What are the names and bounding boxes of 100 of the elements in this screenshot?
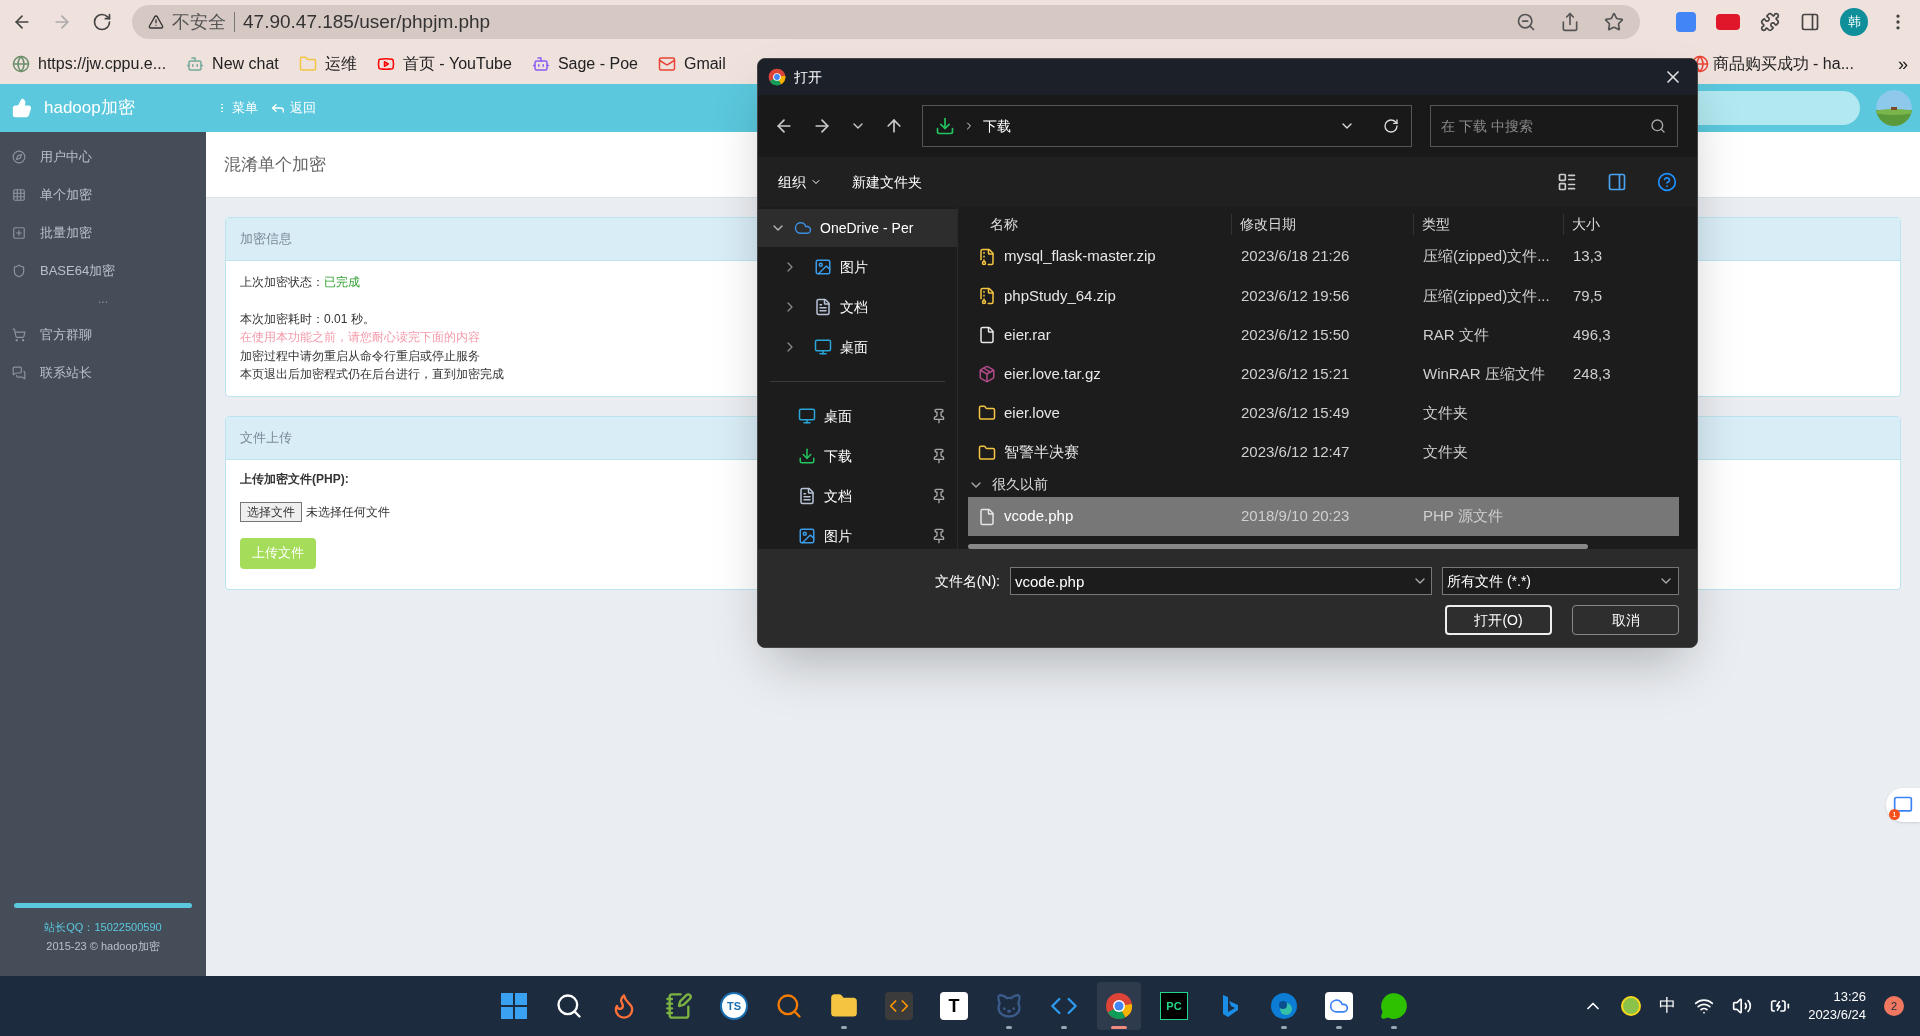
column-header[interactable]: 修改日期	[1231, 214, 1413, 235]
sidebar-item[interactable]: 官方群聊	[0, 316, 206, 354]
column-header[interactable]: 类型	[1413, 214, 1563, 235]
pin-icon[interactable]	[931, 408, 947, 424]
bookmark[interactable]: Sage - Poe	[531, 52, 638, 76]
bookmark[interactable]: https://jw.cppu.e...	[12, 52, 167, 76]
group-header[interactable]: 很久以前	[968, 472, 1679, 497]
globe-icon	[12, 55, 30, 73]
sidebar-item[interactable]: 单个加密	[0, 176, 206, 214]
sidebar-item[interactable]: BASE64加密	[0, 252, 206, 290]
wifi-icon[interactable]	[1694, 996, 1715, 1016]
monitor-icon	[798, 407, 816, 425]
security-label: 不安全	[172, 10, 226, 34]
tree-item[interactable]: OneDrive - Per	[758, 209, 957, 247]
reload-icon[interactable]	[92, 12, 112, 32]
organize-button[interactable]: 组织	[778, 171, 822, 193]
grid-icon	[12, 188, 26, 202]
address-bar[interactable]: 不安全 47.90.47.185/user/phpjm.php	[132, 5, 1640, 39]
cart-icon	[12, 328, 26, 342]
help-icon[interactable]	[1657, 172, 1677, 192]
quick-access-item[interactable]: 图片	[758, 516, 957, 549]
file-name: 智警半决赛	[1004, 442, 1079, 463]
app-icon[interactable]: PC	[1160, 992, 1188, 1020]
file-date: 2023/6/12 15:50	[1240, 324, 1351, 345]
profile-avatar[interactable]: 韩	[1840, 8, 1868, 36]
side-panel-icon[interactable]	[1800, 12, 1820, 32]
bookmark[interactable]: Gmail	[657, 52, 726, 76]
open-button[interactable]: 打开(O)	[1445, 605, 1552, 635]
file-name: phpStudy_64.zip	[1004, 285, 1116, 306]
search-icon	[1650, 118, 1666, 134]
file-row[interactable]: eier.love.tar.gz 2023/6/12 15:21 WinRAR 压缩文件 248,3	[968, 354, 1679, 394]
windows-icon[interactable]	[500, 992, 528, 1020]
sidebar-item[interactable]: 用户中心	[0, 138, 206, 176]
mail-icon	[657, 55, 676, 73]
pin-icon[interactable]	[931, 488, 947, 504]
tree-item[interactable]: 文档	[758, 287, 957, 327]
folder-icon	[978, 404, 996, 423]
cloud-app-icon[interactable]	[1325, 992, 1353, 1020]
filter-dropdown[interactable]: 所有文件 (*.*)	[1442, 567, 1679, 595]
file-row[interactable]: phpStudy_64.zip 2023/6/12 19:56 压缩(zipped)文件... 79,5	[968, 276, 1679, 316]
zip-folder-icon	[978, 247, 996, 266]
file-row[interactable]: eier.rar 2023/6/12 15:50 RAR 文件 496,3	[968, 315, 1679, 355]
share-icon[interactable]	[1560, 12, 1580, 32]
refresh-icon[interactable]	[1383, 118, 1399, 134]
bookmark[interactable]: 首页 - YouTube	[376, 52, 512, 76]
quick-access-item[interactable]: 文档	[758, 476, 957, 516]
search-icon[interactable]	[555, 992, 583, 1020]
taskbar-app[interactable]	[1097, 982, 1141, 1030]
folder-icon[interactable]	[830, 992, 858, 1020]
file-row[interactable]: vcode.php 2018/9/10 20:23 PHP 源文件	[968, 497, 1679, 537]
path-bar[interactable]: 下载	[922, 105, 1412, 147]
search-field[interactable]: 在 下载 中搜索	[1430, 105, 1678, 147]
sublime-icon[interactable]	[885, 992, 913, 1020]
taskbar-app[interactable]: TS	[712, 982, 756, 1030]
more-bookmarks[interactable]: »	[1898, 50, 1908, 78]
sidebar-item[interactable]: 联系站长	[0, 354, 206, 392]
plus-icon	[12, 226, 26, 240]
extensions-icon[interactable]	[1760, 12, 1780, 32]
sidebar-item[interactable]: 批量加密	[0, 214, 206, 252]
page-title: 混淆单个加密	[224, 153, 326, 176]
cancel-button[interactable]: 取消	[1572, 605, 1679, 635]
notepad-icon[interactable]	[665, 992, 693, 1020]
chrome-icon[interactable]	[1105, 992, 1133, 1020]
tray-app-icon[interactable]	[1621, 996, 1642, 1016]
column-header[interactable]: 大小	[1563, 214, 1600, 235]
monitor-icon	[814, 338, 832, 356]
file-name: eier.love.tar.gz	[1004, 363, 1101, 384]
separator-dots: ...	[98, 291, 108, 308]
pin-icon[interactable]	[931, 528, 947, 544]
warning-icon	[148, 14, 164, 30]
preview-pane-icon[interactable]	[1607, 172, 1627, 192]
clock[interactable]: 13:26 2023/6/24	[1808, 988, 1866, 1024]
bookmark[interactable]: New chat	[186, 52, 279, 76]
path-segment[interactable]: 下载	[983, 115, 1011, 137]
notification-badge[interactable]: 2	[1884, 996, 1904, 1016]
volume-icon[interactable]	[1732, 996, 1753, 1016]
app-icon[interactable]: T	[940, 992, 968, 1020]
zoom-out-icon[interactable]	[1516, 12, 1536, 32]
info-text: 加密过程中请勿重启从命令行重启或停止服务	[240, 347, 480, 365]
chrome-icon	[768, 68, 786, 86]
download-icon	[798, 447, 816, 465]
taskbar-app[interactable]: PC	[1152, 982, 1196, 1030]
footer-text: 2015-23 © hadoop加密	[45, 939, 161, 954]
tree-item[interactable]: 桌面	[758, 327, 957, 367]
no-file-text: 未选择任何文件	[306, 503, 390, 521]
pin-icon[interactable]	[931, 448, 947, 464]
new-folder-button[interactable]: 新建文件夹	[852, 171, 922, 193]
edge-icon[interactable]	[1270, 992, 1298, 1020]
view-icon[interactable]	[1557, 172, 1577, 192]
filename-field[interactable]: vcode.php	[1010, 567, 1432, 595]
input-method[interactable]: 中	[1659, 993, 1677, 1019]
choose-file-button[interactable]: 选择文件	[240, 501, 302, 522]
star-icon[interactable]	[1604, 12, 1624, 32]
shield-icon	[12, 264, 26, 278]
app-icon[interactable]: TS	[720, 992, 748, 1020]
taskbar-app[interactable]: T	[932, 982, 976, 1030]
bookmark[interactable]: 运维	[298, 52, 357, 76]
chat-icon	[1893, 795, 1913, 815]
cloud-icon	[794, 219, 812, 237]
chat-icon[interactable]	[1380, 992, 1408, 1020]
